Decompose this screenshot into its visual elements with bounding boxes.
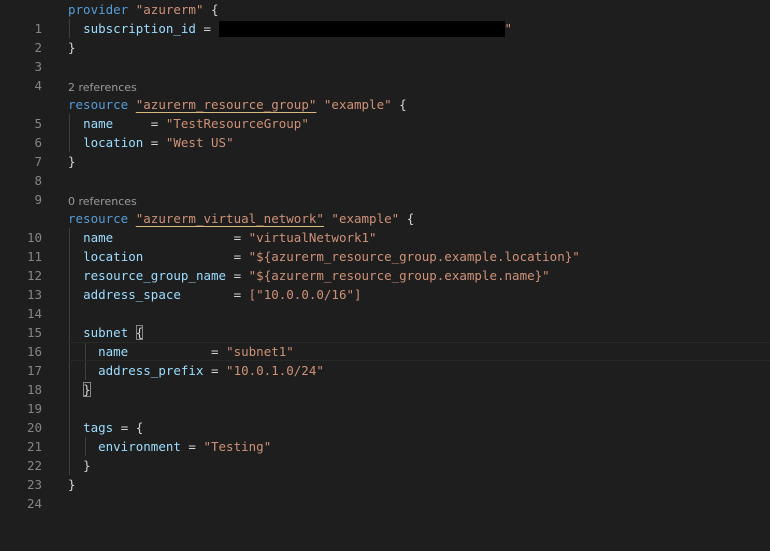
attribute-value: "subnet1" [226,344,294,359]
code-line-10[interactable]: 10 resource "azurerm_virtual_network" "e… [0,209,770,245]
code-line-19[interactable]: 19 } [0,380,770,416]
code-line-12[interactable]: 12 location = "${azurerm_resource_group.… [0,247,770,283]
code-line-20[interactable]: 20 [0,399,770,435]
attribute-value: "virtualNetwork1" [248,230,377,245]
attribute-value: "TestResourceGroup" [165,116,309,131]
attribute-name: resource_group_name [83,268,227,283]
code-line-23[interactable]: 23 } [0,456,770,492]
block-name: subnet [83,325,129,340]
attribute-name: tags [83,420,114,435]
attribute-name: environment [98,439,181,454]
resource-type: "azurerm_resource_group" [135,97,317,112]
code-line-13[interactable]: 13 resource_group_name = "${azurerm_reso… [0,266,770,302]
attribute-value: "West US" [165,135,234,150]
code-line-24[interactable]: 24 } [0,475,770,511]
code-line-21[interactable]: 21 tags = { [0,418,770,454]
keyword: resource [68,211,129,226]
keyword: provider [68,2,129,17]
attribute-name: subscription_id [83,21,196,36]
attribute-value: "${azurerm_resource_group.example.locati… [248,249,580,264]
attribute-value: "10.0.1.0/24" [226,363,324,378]
resource-type: "azurerm_virtual_network" [135,211,324,226]
attribute-name: location [83,135,144,150]
attribute-name: address_space [83,287,181,302]
attribute-value: ["10.0.0.0/16"] [248,287,362,302]
line-number: 9 [34,192,42,207]
attribute-name: name [83,116,114,131]
attribute-value: "Testing" [203,439,272,454]
codelens-references[interactable]: 2 references [68,80,137,96]
matched-bracket: { [135,325,144,340]
code-line-2[interactable]: 2 subscription_id = " [0,19,770,55]
code-line-5[interactable]: 5 resource "azurerm_resource_group" "exa… [0,95,770,131]
code-line-6[interactable]: 6 name = "TestResourceGroup" [0,114,770,150]
code-line-9[interactable]: 9 [0,171,770,207]
code-line-18[interactable]: 18 address_prefix = "10.0.1.0/24" [0,361,770,397]
attribute-value: "${azurerm_resource_group.example.name}" [248,268,550,283]
code-line-4[interactable]: 4 [0,57,770,93]
resource-name: "example" [316,97,392,112]
attribute-name: location [83,249,144,264]
line-number: 24 [26,496,42,511]
code-line-14[interactable]: 14 address_space = ["10.0.0.0/16"] [0,285,770,321]
code-line-8[interactable]: 8 } [0,152,770,188]
redacted-subscription-id [218,21,505,37]
code-line-22[interactable]: 22 environment = "Testing" [0,437,770,473]
code-line-7[interactable]: 7 location = "West US" [0,133,770,169]
code-line-3[interactable]: 3 } [0,38,770,74]
matched-bracket: } [83,382,91,397]
attribute-name: address_prefix [98,363,204,378]
code-line-11[interactable]: 11 name = "virtualNetwork1" [0,228,770,264]
line-number: 4 [34,78,42,93]
attribute-name: name [98,344,129,359]
attribute-name: name [83,230,114,245]
code-line-15[interactable]: 15 [0,304,770,340]
resource-name: "example" [323,211,400,226]
code-line-1[interactable]: 1 provider "azurerm" { [0,0,770,36]
code-line-17[interactable]: 17 name = "subnet1" [0,342,770,378]
provider-name: "azurerm" [135,2,204,17]
code-editor[interactable]: 1 provider "azurerm" { 2 subscription_id… [0,0,770,527]
codelens-references[interactable]: 0 references [68,194,137,210]
keyword: resource [68,97,129,112]
code-line-16[interactable]: 16 subnet { [0,323,770,359]
